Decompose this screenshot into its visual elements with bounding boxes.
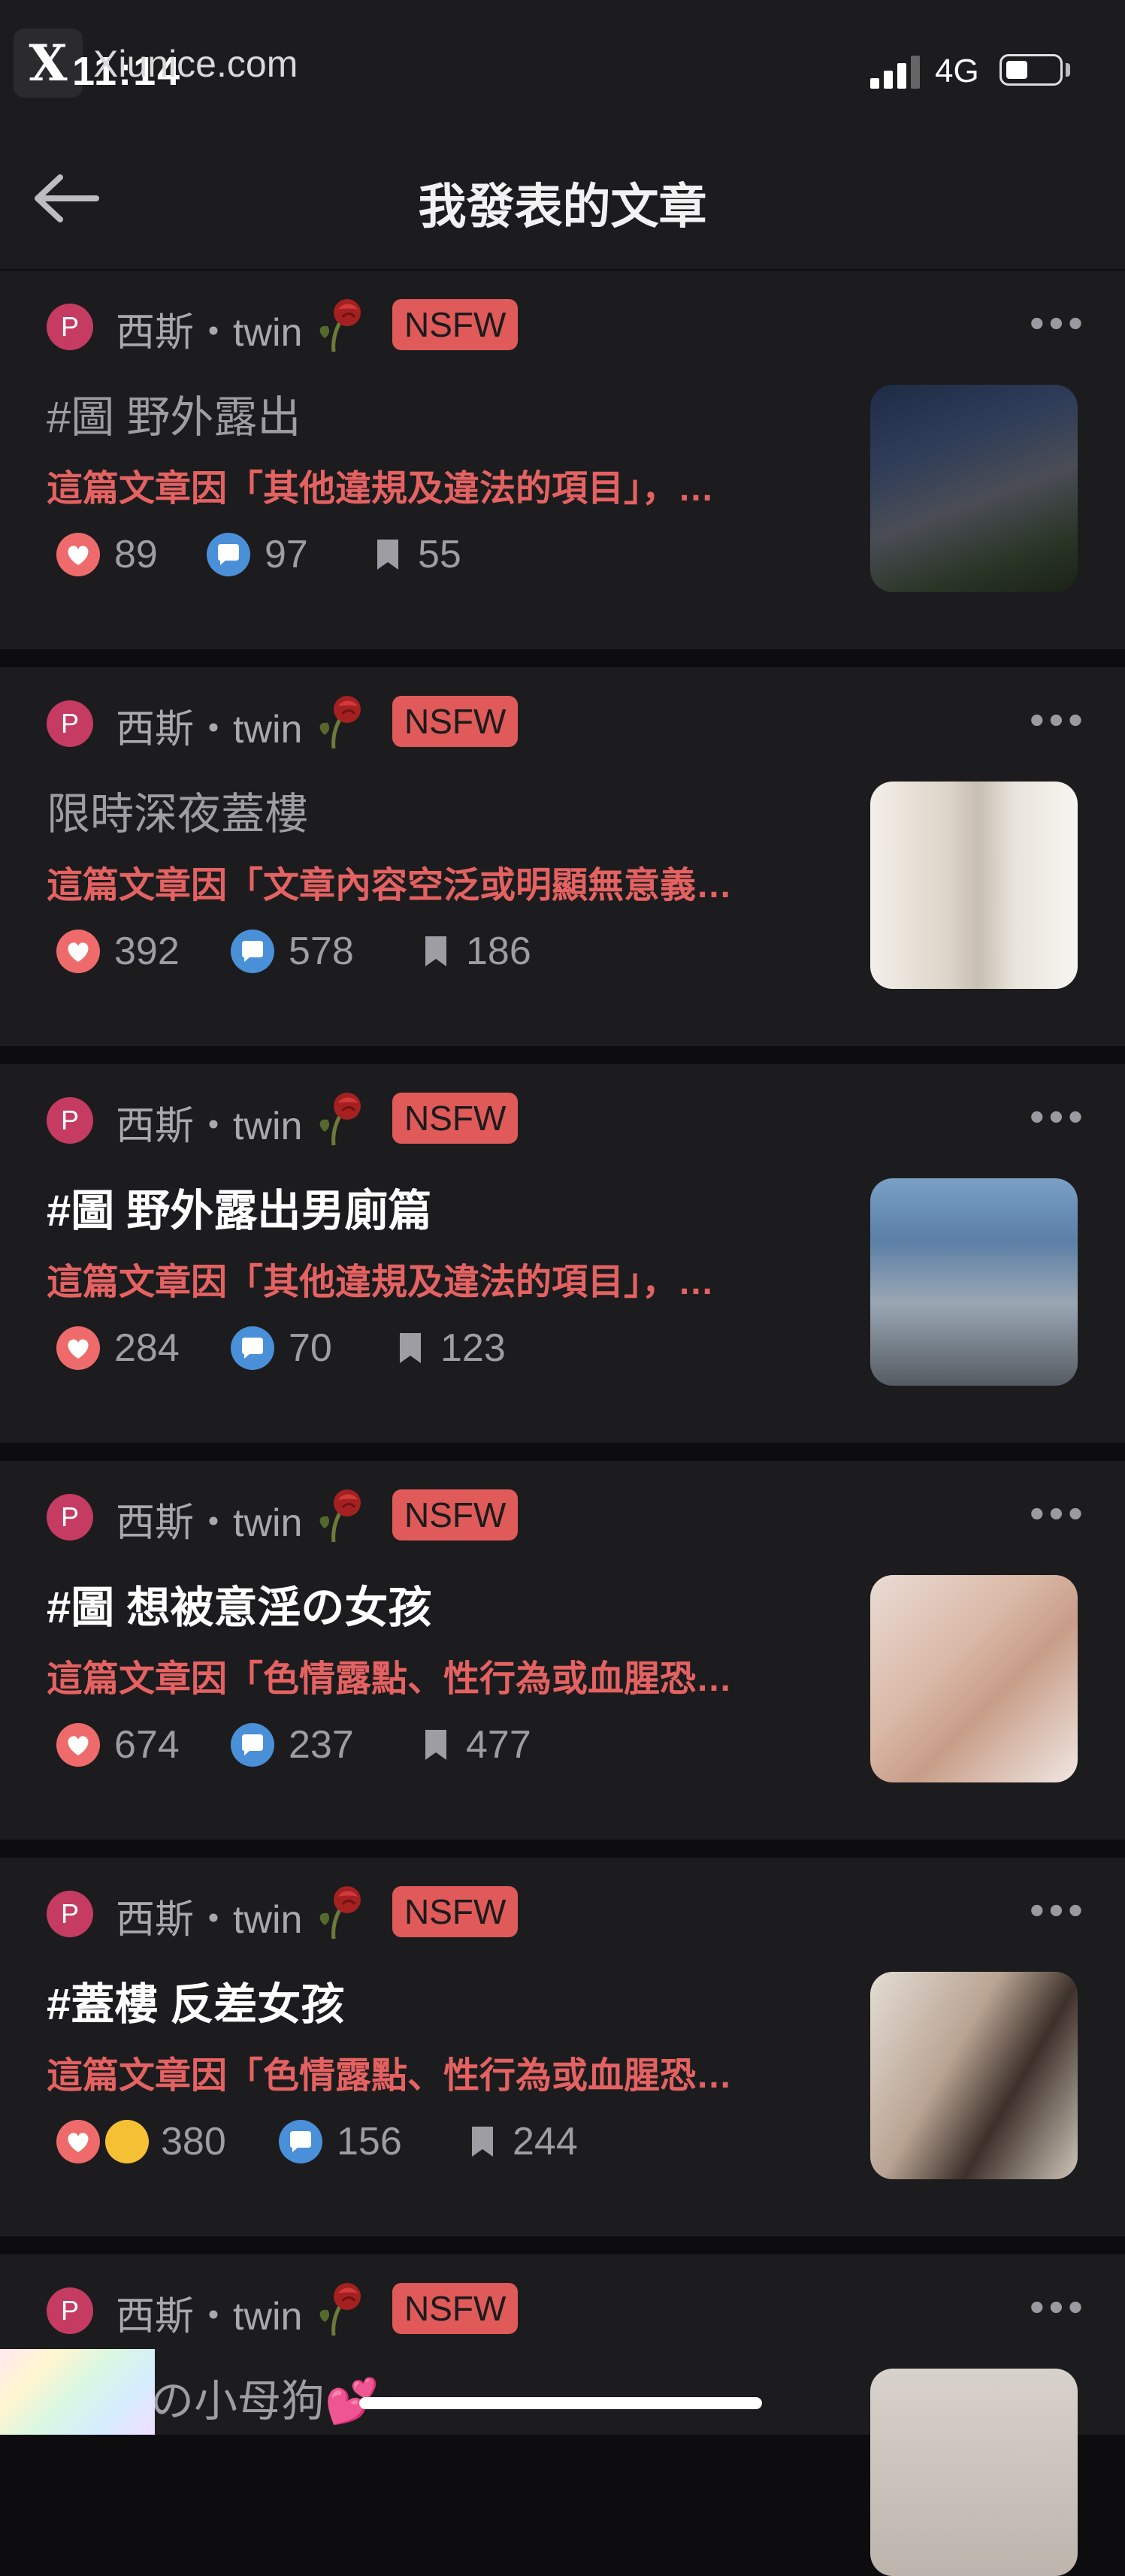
save-count: 186 — [466, 930, 531, 973]
carrier-label: 4G — [935, 53, 979, 89]
rose-emoji-icon — [319, 1093, 361, 1146]
bookmark-icon — [472, 2127, 493, 2157]
more-dots-icon[interactable]: ••• — [1030, 2286, 1087, 2328]
rose-emoji-icon — [319, 299, 361, 352]
comment-count: 156 — [337, 2120, 402, 2163]
save-count: 123 — [440, 1326, 506, 1370]
rose-emoji-icon — [319, 1886, 361, 1940]
post-card[interactable]: P 西斯・twin NSFW ••• #圖 野外露出 這篇文章因「其他違規及違法… — [0, 271, 1125, 649]
save-count: 477 — [466, 1723, 531, 1767]
bookmark-icon — [425, 1730, 446, 1760]
comment-icon — [279, 2120, 322, 2163]
comment-count: 237 — [289, 1723, 354, 1767]
post-card[interactable]: P 西斯・twin NSFW ••• #圖 想被意淫の女孩 這篇文章因「色情露點… — [0, 1461, 1125, 1840]
like-count: 89 — [114, 533, 158, 576]
signal-icon — [870, 54, 923, 89]
nsfw-badge: NSFW — [392, 696, 519, 747]
heart-icon — [56, 1326, 100, 1370]
post-title[interactable]: #圖 野外露出 — [47, 382, 301, 445]
avatar[interactable]: P — [47, 304, 93, 350]
author-name[interactable]: 西斯・twin — [116, 2284, 302, 2341]
moderation-notice: 這篇文章因「色情露點、性行為或血腥恐… — [47, 2056, 733, 2096]
more-dots-icon[interactable]: ••• — [1030, 302, 1087, 344]
battery-icon — [999, 54, 1063, 86]
heart-icon — [56, 1723, 100, 1767]
post-thumbnail[interactable] — [870, 1972, 1078, 2179]
avatar[interactable]: P — [47, 700, 93, 747]
author-name[interactable]: 西斯・twin — [116, 301, 302, 357]
comment-count: 578 — [289, 930, 354, 973]
nsfw-badge: NSFW — [392, 299, 519, 350]
bookmark-icon — [425, 936, 446, 966]
more-dots-icon[interactable]: ••• — [1030, 1492, 1087, 1534]
watermark-text: Xiunice.com — [93, 43, 298, 85]
author-name[interactable]: 西斯・twin — [116, 697, 302, 754]
heart-icon — [56, 930, 100, 973]
gradient-overlay — [0, 2349, 155, 2435]
emoji-reaction-icon — [105, 2120, 149, 2163]
comment-count: 97 — [265, 533, 308, 576]
rose-emoji-icon — [319, 696, 361, 749]
status-bar: X 11:14 Xiunice.com 4G — [0, 0, 1125, 128]
comment-count: 70 — [289, 1326, 332, 1370]
author-name[interactable]: 西斯・twin — [116, 1888, 302, 1944]
post-card[interactable]: P 西斯・twin NSFW ••• 限時深夜蓋樓 這篇文章因「文章內容空泛或明… — [0, 667, 1125, 1046]
post-title[interactable]: 限時深夜蓋樓 — [47, 779, 308, 842]
post-title[interactable]: #圖 想被意淫の女孩 — [47, 1572, 431, 1635]
post-title[interactable]: の小母狗💕 — [150, 2366, 379, 2429]
comment-icon — [231, 1723, 274, 1767]
author-name[interactable]: 西斯・twin — [116, 1094, 302, 1150]
moderation-notice: 這篇文章因「其他違規及違法的項目」，… — [47, 469, 715, 509]
author-name[interactable]: 西斯・twin — [116, 1491, 302, 1547]
moderation-notice: 這篇文章因「文章內容空泛或明顯無意義… — [47, 866, 733, 906]
save-count: 244 — [513, 2120, 578, 2163]
nsfw-badge: NSFW — [392, 1093, 519, 1144]
post-thumbnail[interactable] — [870, 385, 1078, 592]
heart-icon — [56, 533, 100, 576]
page-title: 我發表的文章 — [418, 180, 707, 234]
heart-icon — [56, 2120, 100, 2163]
nsfw-badge: NSFW — [392, 1886, 519, 1937]
post-title[interactable]: #蓋樓 反差女孩 — [47, 1969, 344, 2032]
home-indicator[interactable] — [359, 2397, 762, 2409]
save-count: 55 — [418, 533, 461, 576]
avatar[interactable]: P — [47, 2287, 93, 2334]
comment-icon — [207, 533, 250, 576]
bookmark-icon — [400, 1333, 421, 1363]
battery-tip — [1066, 63, 1070, 77]
more-dots-icon[interactable]: ••• — [1030, 699, 1087, 741]
post-thumbnail[interactable] — [870, 2369, 1078, 2576]
post-thumbnail[interactable] — [870, 1178, 1078, 1386]
moderation-notice: 這篇文章因「色情露點、性行為或血腥恐… — [47, 1659, 733, 1699]
like-count: 380 — [161, 2120, 226, 2163]
rose-emoji-icon — [319, 1489, 361, 1543]
nsfw-badge: NSFW — [392, 2283, 519, 2334]
post-thumbnail[interactable] — [870, 1575, 1078, 1782]
more-dots-icon[interactable]: ••• — [1030, 1889, 1087, 1931]
like-count: 392 — [114, 930, 180, 973]
post-thumbnail[interactable] — [870, 782, 1078, 989]
post-card[interactable]: P 西斯・twin NSFW ••• #圖 野外露出男廁篇 這篇文章因「其他違規… — [0, 1064, 1125, 1443]
avatar[interactable]: P — [47, 1891, 93, 1937]
comment-icon — [231, 930, 274, 973]
post-card[interactable]: P 西斯・twin NSFW ••• #蓋樓 反差女孩 這篇文章因「色情露點、性… — [0, 1858, 1125, 2236]
like-count: 284 — [114, 1326, 180, 1370]
avatar[interactable]: P — [47, 1097, 93, 1144]
rose-emoji-icon — [319, 2283, 361, 2336]
moderation-notice: 這篇文章因「其他違規及違法的項目」，… — [47, 1262, 715, 1302]
post-title[interactable]: #圖 野外露出男廁篇 — [47, 1175, 431, 1238]
top-nav: 我發表的文章 — [0, 128, 1125, 269]
nsfw-badge: NSFW — [392, 1489, 519, 1540]
comment-icon — [231, 1326, 274, 1370]
bookmark-icon — [377, 540, 398, 570]
more-dots-icon[interactable]: ••• — [1030, 1096, 1087, 1138]
like-count: 674 — [114, 1723, 180, 1767]
avatar[interactable]: P — [47, 1494, 93, 1540]
